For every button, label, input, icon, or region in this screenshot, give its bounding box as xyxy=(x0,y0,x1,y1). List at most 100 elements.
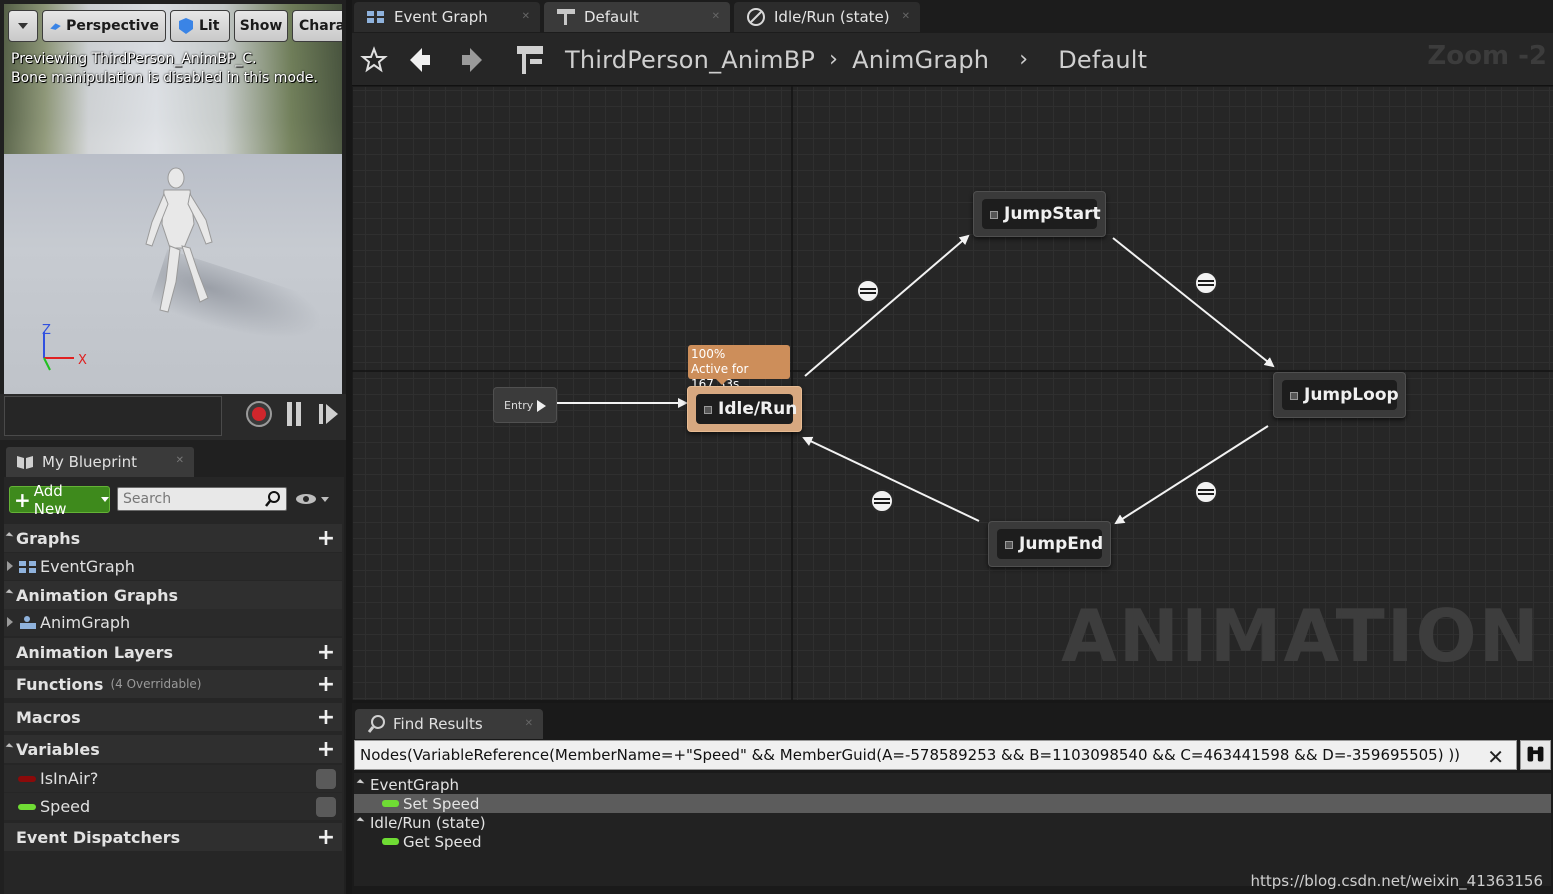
clear-icon[interactable]: ✕ xyxy=(1487,745,1504,769)
binoculars-icon[interactable] xyxy=(1520,740,1551,770)
exec-pin-icon[interactable] xyxy=(537,400,546,412)
float-type-icon xyxy=(18,804,36,810)
tooltip-percent: 100% xyxy=(691,347,726,361)
book-icon xyxy=(17,456,33,469)
state-machine-graph[interactable]: ANIMATION Entry 100% Active for 167.33s … xyxy=(352,86,1553,700)
add-new-button[interactable]: + Add New xyxy=(9,482,110,518)
my-blueprint-tab[interactable]: My Blueprint ✕ xyxy=(6,447,194,477)
result-item-set-speed[interactable]: Set Speed xyxy=(354,794,1551,813)
expand-arrow-icon[interactable] xyxy=(7,561,13,571)
add-new-label: Add New xyxy=(33,481,67,518)
chevron-right-icon: › xyxy=(1019,47,1029,72)
result-group-label: Idle/Run (state) xyxy=(370,813,486,832)
result-group-idle-run-state[interactable]: Idle/Run (state) xyxy=(354,813,1551,832)
transition-jumploop-to-jumpend[interactable] xyxy=(1114,425,1269,525)
viewport-info: Previewing ThirdPerson_AnimBP_C. Bone ma… xyxy=(11,50,318,88)
state-node-jump-end[interactable]: JumpEnd xyxy=(988,521,1111,567)
state-node-jump-start[interactable]: JumpStart xyxy=(973,191,1106,237)
section-animation-layers[interactable]: Animation Layers + xyxy=(4,638,342,666)
pause-button[interactable] xyxy=(284,402,304,426)
tab-event-graph[interactable]: Event Graph ✕ xyxy=(354,2,540,32)
visibility-toggle-icon[interactable] xyxy=(316,769,336,789)
event-graph-icon xyxy=(19,561,36,573)
tab-event-graph-label: Event Graph xyxy=(394,8,488,26)
character-button[interactable]: Charac xyxy=(292,10,342,42)
viewport-menu-button[interactable] xyxy=(8,10,38,42)
result-item-get-speed[interactable]: Get Speed xyxy=(354,832,1551,851)
close-icon[interactable]: ✕ xyxy=(902,11,910,22)
variable-is-in-air[interactable]: IsInAir? xyxy=(4,765,342,792)
forward-arrow-icon[interactable] xyxy=(458,43,486,77)
show-button[interactable]: Show xyxy=(234,10,288,42)
breadcrumb-blueprint[interactable]: ThirdPerson_AnimBP xyxy=(565,46,815,74)
mannequin-figure xyxy=(145,167,213,313)
tree-item-eventgraph[interactable]: EventGraph xyxy=(4,553,342,580)
close-icon[interactable]: ✕ xyxy=(176,455,184,466)
back-arrow-icon[interactable] xyxy=(406,43,434,77)
section-animation-graphs[interactable]: Animation Graphs xyxy=(4,581,342,609)
add-macro-button[interactable]: + xyxy=(316,705,336,730)
state-node-idle-run[interactable]: Idle/Run xyxy=(687,386,802,432)
find-query-input[interactable]: Nodes(VariableReference(MemberName=+"Spe… xyxy=(354,740,1517,770)
breadcrumb-default[interactable]: Default xyxy=(1058,46,1147,74)
add-event-dispatcher-button[interactable]: + xyxy=(316,825,336,850)
result-group-eventgraph[interactable]: EventGraph xyxy=(354,775,1551,794)
record-button[interactable] xyxy=(246,401,272,427)
section-event-dispatchers-label: Event Dispatchers xyxy=(16,827,181,847)
tab-default-label: Default xyxy=(584,8,639,26)
pause-icon xyxy=(287,402,292,426)
add-variable-button[interactable]: + xyxy=(316,737,336,762)
tree-item-animgraph[interactable]: AnimGraph xyxy=(4,609,342,636)
add-layer-button[interactable]: + xyxy=(316,640,336,665)
search-input[interactable]: Search xyxy=(117,487,287,511)
pause-icon-bar xyxy=(296,402,301,426)
tab-default[interactable]: Default ✕ xyxy=(544,2,730,32)
section-macros-label: Macros xyxy=(16,707,81,727)
show-label: Show xyxy=(239,18,283,34)
favorite-star-icon[interactable] xyxy=(360,43,388,77)
section-animation-graphs-label: Animation Graphs xyxy=(16,585,178,605)
tab-idle-run-state[interactable]: Idle/Run (state) ✕ xyxy=(734,2,920,32)
transition-jumpend-to-idle[interactable] xyxy=(802,436,980,522)
transition-rule-icon[interactable] xyxy=(1194,271,1218,295)
breadcrumb-animgraph[interactable]: AnimGraph xyxy=(852,46,989,74)
section-functions[interactable]: Functions (4 Overridable) + xyxy=(4,670,342,698)
section-macros[interactable]: Macros + xyxy=(4,703,342,731)
transition-rule-icon[interactable] xyxy=(870,489,894,513)
graph-type-watermark: ANIMATION xyxy=(1061,594,1541,678)
preview-viewport[interactable]: Z X Perspective Lit Show Charac Previewi… xyxy=(4,4,342,394)
transition-rule-icon[interactable] xyxy=(856,279,880,303)
state-node-jump-loop[interactable]: JumpLoop xyxy=(1273,372,1406,418)
section-variables[interactable]: Variables + xyxy=(4,735,342,763)
playback-timeline[interactable] xyxy=(4,396,222,436)
transition-rule-icon[interactable] xyxy=(1194,480,1218,504)
step-forward-button[interactable] xyxy=(318,402,340,426)
visibility-toggle-icon[interactable] xyxy=(316,797,336,817)
section-graphs[interactable]: Graphs + xyxy=(4,524,342,552)
expand-arrow-icon[interactable] xyxy=(7,617,13,627)
float-type-icon xyxy=(382,838,399,845)
perspective-button[interactable]: Perspective xyxy=(42,10,166,42)
transition-jumpstart-to-jumploop[interactable] xyxy=(1112,237,1275,368)
section-event-dispatchers[interactable]: Event Dispatchers + xyxy=(4,823,342,851)
lit-button[interactable]: Lit xyxy=(170,10,230,42)
chevron-down-icon xyxy=(18,23,28,29)
entry-node-label: Entry xyxy=(504,398,534,412)
close-icon[interactable]: ✕ xyxy=(712,11,720,22)
close-icon[interactable]: ✕ xyxy=(522,11,530,22)
variable-speed[interactable]: Speed xyxy=(4,793,342,820)
close-icon[interactable]: ✕ xyxy=(525,718,533,729)
tab-idle-run-label: Idle/Run (state) xyxy=(774,8,890,26)
view-options-eye-icon[interactable] xyxy=(295,490,335,510)
add-function-button[interactable]: + xyxy=(316,672,336,697)
state-idle-run-label: Idle/Run xyxy=(718,399,798,419)
entry-node[interactable]: Entry xyxy=(493,387,557,423)
collapse-triangle-icon xyxy=(356,779,365,787)
transition-idle-to-jumpstart[interactable] xyxy=(804,234,970,377)
search-placeholder: Search xyxy=(123,491,172,507)
add-graph-button[interactable]: + xyxy=(316,526,336,551)
state-pin-icon xyxy=(1005,541,1013,549)
find-results-tab[interactable]: Find Results ✕ xyxy=(355,709,543,739)
find-results-list: EventGraph Set Speed Idle/Run (state) Ge… xyxy=(354,773,1551,886)
blueprint-editor: Z X Perspective Lit Show Charac Previewi… xyxy=(0,0,1553,894)
